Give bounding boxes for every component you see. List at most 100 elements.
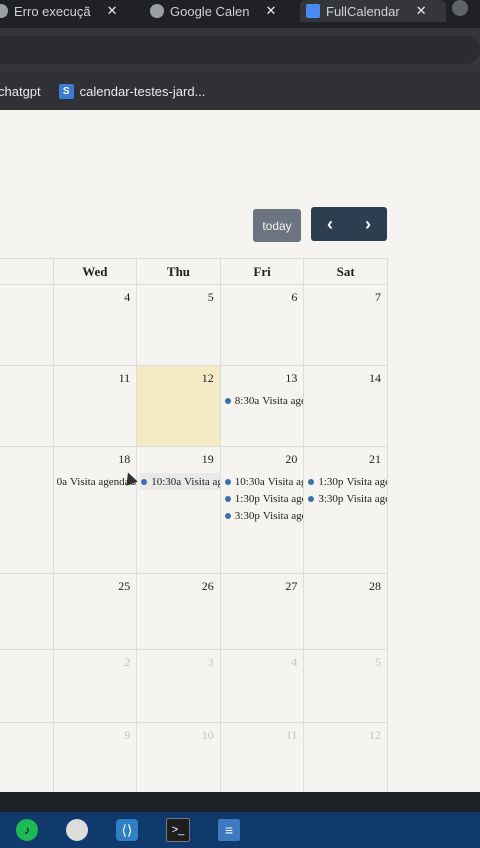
day-header: Fri	[221, 259, 305, 284]
next-button[interactable]: ›	[349, 207, 387, 241]
day-number[interactable]: 20	[285, 452, 297, 467]
day-number[interactable]: 5	[375, 655, 381, 670]
day-cell[interactable]: 4	[54, 285, 138, 365]
event-dot-icon	[308, 478, 315, 485]
event-dot-icon	[141, 478, 148, 485]
day-cell[interactable]	[0, 366, 54, 446]
day-header-row: Wed Thu Fri Sat	[0, 258, 388, 285]
browser-tab-google-calendar[interactable]: Google Calen ✕	[150, 0, 282, 22]
event-dot-icon	[224, 512, 231, 519]
browser-tab-erro[interactable]: Erro execuçã ✕	[0, 0, 134, 22]
chrome-icon[interactable]	[66, 819, 88, 841]
event-time: 10:30a	[234, 475, 265, 488]
tab-favicon-icon	[0, 4, 8, 18]
day-cell[interactable]: 3	[137, 650, 221, 722]
day-cell[interactable]	[0, 650, 54, 722]
day-number[interactable]: 5	[208, 290, 214, 305]
day-cell[interactable]: 6	[221, 285, 305, 365]
day-number[interactable]: 11	[286, 728, 298, 743]
bookmark-label: calendar-testes-jard...	[79, 83, 206, 99]
day-number[interactable]: 11	[119, 371, 131, 386]
address-bar-area	[0, 28, 480, 72]
vscode-icon[interactable]: ⟨⟩	[116, 819, 138, 841]
calendar-event[interactable]: 3:30pVisita agendada	[224, 507, 303, 524]
day-number[interactable]: 27	[285, 579, 297, 594]
day-cell[interactable]: 14	[304, 366, 388, 446]
day-cell[interactable]: 11	[221, 723, 305, 792]
day-cell[interactable]: 26	[137, 574, 221, 649]
browser-tab-fullcalendar[interactable]: FullCalendar ✕	[300, 0, 446, 22]
day-number[interactable]: 14	[369, 371, 381, 386]
day-cell[interactable]: 28	[304, 574, 388, 649]
event-time: 3:30p	[234, 509, 260, 522]
event-list: 1:30pVisita agendada3:30pVisita agendada	[307, 473, 387, 507]
calendar-event[interactable]: 1:30pVisita agendada	[307, 473, 387, 490]
day-cell[interactable]: 4	[221, 650, 305, 722]
event-title: Visita agendada	[262, 394, 303, 407]
day-cell[interactable]: 5	[137, 285, 221, 365]
day-number[interactable]: 13	[285, 371, 297, 386]
event-title: Visita agendada	[346, 475, 387, 488]
calendar-event[interactable]: 3:30pVisita agendada	[307, 490, 387, 507]
calendar-week-row: 4 5 6 7	[0, 285, 388, 366]
day-cell[interactable]: 25	[54, 574, 138, 649]
bookmark-favicon-icon: S	[58, 83, 74, 99]
day-cell[interactable]: 19 10:30aVisita agendada	[137, 447, 221, 573]
new-tab-icon[interactable]	[452, 0, 468, 16]
close-tab-icon[interactable]: ✕	[107, 3, 118, 19]
day-number[interactable]: 25	[118, 579, 130, 594]
day-cell[interactable]: 13 8:30aVisita agendada	[221, 366, 305, 446]
day-number[interactable]: 10	[202, 728, 214, 743]
calendar-week-row: 180aVisita agendada1910:30aVisita agenda…	[0, 447, 388, 574]
document-icon[interactable]: ≡	[218, 819, 240, 841]
bookmark-chatgpt[interactable]: chatgpt	[0, 84, 41, 99]
bookmark-calendar-testes[interactable]: S calendar-testes-jard...	[58, 83, 206, 99]
day-number[interactable]: 28	[369, 579, 381, 594]
prev-button[interactable]: ‹	[311, 207, 349, 241]
day-number[interactable]: 2	[124, 655, 130, 670]
day-cell[interactable]: 2	[54, 650, 138, 722]
day-number[interactable]: 12	[369, 728, 381, 743]
day-cell[interactable]	[0, 447, 54, 573]
day-cell[interactable]: 20 10:30aVisita agendada1:30pVisita agend…	[221, 447, 305, 573]
day-number[interactable]: 26	[202, 579, 214, 594]
day-cell[interactable]: 18 0a Visita agendada	[54, 447, 138, 573]
spotify-icon[interactable]: ♪	[16, 819, 38, 841]
tab-label: FullCalendar	[326, 3, 400, 19]
day-cell[interactable]: 9	[54, 723, 138, 792]
day-cell[interactable]: 12	[304, 723, 388, 792]
bookmark-label: chatgpt	[0, 83, 41, 99]
close-tab-icon[interactable]: ✕	[416, 3, 427, 19]
day-cell[interactable]: 21 1:30pVisita agendada3:30pVisita agenda…	[304, 447, 388, 573]
day-header: Sat	[304, 259, 388, 284]
day-cell[interactable]	[0, 723, 54, 792]
day-cell[interactable]: 27	[221, 574, 305, 649]
calendar-event[interactable]: 8:30aVisita agendada	[224, 392, 303, 409]
day-number[interactable]: 7	[375, 290, 381, 305]
day-cell[interactable]: 12	[137, 366, 221, 446]
day-number[interactable]: 4	[124, 290, 130, 305]
day-number[interactable]: 3	[208, 655, 214, 670]
day-number[interactable]: 18	[118, 452, 130, 467]
day-number[interactable]: 6	[291, 290, 297, 305]
address-field[interactable]	[0, 36, 480, 64]
day-cell[interactable]: 11	[54, 366, 138, 446]
day-cell[interactable]: 7	[304, 285, 388, 365]
day-cell[interactable]	[0, 285, 54, 365]
day-number[interactable]: 19	[202, 452, 214, 467]
day-number[interactable]: 21	[369, 452, 381, 467]
day-cell[interactable]	[0, 574, 54, 649]
day-number[interactable]: 4	[291, 655, 297, 670]
terminal-icon[interactable]: >_	[166, 818, 190, 842]
calendar-event[interactable]: 10:30aVisita agendada	[140, 473, 220, 490]
browser-tab-strip: Erro execuçã ✕ Google Calen ✕ FullCalend…	[0, 0, 480, 28]
today-button[interactable]: today	[253, 209, 301, 242]
day-number[interactable]: 9	[124, 728, 130, 743]
close-tab-icon[interactable]: ✕	[266, 3, 277, 19]
day-cell[interactable]: 5	[304, 650, 388, 722]
calendar-weeks: 4 5 6 7 11 12 13 8:30aVisita agendada 14 180aVisi…	[0, 285, 388, 792]
calendar-event[interactable]: 10:30aVisita agendada	[224, 473, 303, 490]
calendar-event[interactable]: 1:30pVisita agendada	[224, 490, 303, 507]
day-number[interactable]: 12	[202, 371, 214, 386]
day-cell[interactable]: 10	[137, 723, 221, 792]
